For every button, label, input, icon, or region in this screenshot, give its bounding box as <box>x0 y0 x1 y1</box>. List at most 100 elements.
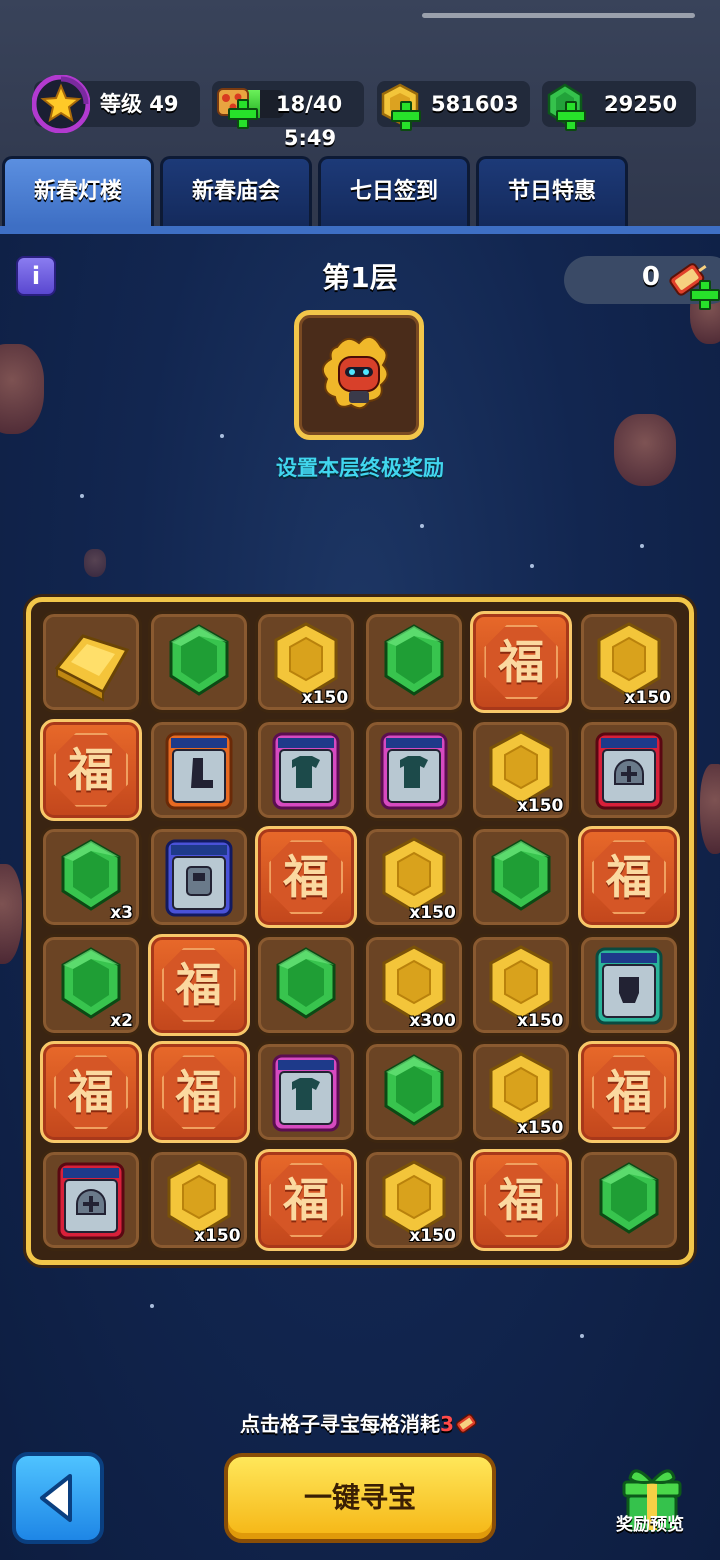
grid-cell-fu[interactable]: 福 <box>255 826 358 929</box>
gem-icon <box>384 624 444 696</box>
item-quantity: x150 <box>516 1010 564 1031</box>
gem-icon <box>491 839 551 911</box>
info-button[interactable]: i <box>16 256 56 296</box>
grid-cell-fu[interactable]: 福 <box>578 826 680 929</box>
one-click-treasure-button[interactable]: 一键寻宝 <box>224 1453 496 1543</box>
coins-panel[interactable]: 581603 <box>377 81 530 131</box>
tab-new-year-lantern[interactable]: 新春灯楼 <box>2 156 154 226</box>
grid-cell-coin[interactable]: x150 <box>362 826 465 929</box>
item-quantity: x150 <box>409 1226 456 1246</box>
grid-cell-gold-bar[interactable] <box>40 611 142 713</box>
ultimate-reward-slot[interactable] <box>294 310 424 440</box>
grid-cell-fu[interactable]: 福 <box>147 933 250 1036</box>
grid-cell-card-blue-armor[interactable] <box>147 826 250 929</box>
robot-reward-icon <box>321 336 389 410</box>
card-red-helmet-icon <box>57 1162 125 1240</box>
item-quantity: x150 <box>194 1226 241 1246</box>
sky-lantern <box>614 414 676 486</box>
grid-cell-fu[interactable]: 福 <box>40 1041 142 1144</box>
ticket-add-icon[interactable] <box>690 280 720 310</box>
energy-add-icon[interactable] <box>228 99 258 129</box>
grid-cell-coin[interactable]: x150 <box>470 1041 573 1144</box>
firecracker-small-icon <box>455 1413 477 1434</box>
back-button[interactable] <box>12 1452 104 1544</box>
firecracker-ticket-icon[interactable] <box>662 256 720 310</box>
star <box>80 494 84 498</box>
star <box>220 434 224 438</box>
fu-character: 福 <box>283 850 330 905</box>
gold-bar-icon <box>54 634 130 702</box>
cost-hint-text: 点击格子寻宝每格消耗 <box>240 1412 441 1436</box>
home-indicator <box>422 13 695 18</box>
gems-panel[interactable]: 29250 <box>542 81 696 131</box>
gem-icon <box>384 1054 444 1127</box>
item-quantity: x2 <box>110 1010 133 1031</box>
sky-lantern <box>0 864 22 964</box>
grid-cell-coin[interactable]: x150 <box>578 611 680 713</box>
set-ultimate-reward-label[interactable]: 设置本层终极奖励 <box>200 452 520 482</box>
energy-value: 18/40 <box>276 92 343 116</box>
grid-cell-gem[interactable] <box>255 933 358 1036</box>
grid-cell-gem[interactable] <box>362 611 465 713</box>
tab-underline <box>0 226 720 234</box>
grid-cell-fu[interactable]: 福 <box>470 611 573 713</box>
grid-cell-fu[interactable]: 福 <box>147 1041 250 1144</box>
item-quantity: x300 <box>409 1010 456 1031</box>
grid-cell-coin[interactable]: x300 <box>362 933 465 1036</box>
grid-cell-gem[interactable]: x2 <box>40 933 142 1036</box>
grid-cell-card-pink-shirt[interactable] <box>255 1041 358 1144</box>
star <box>640 544 644 548</box>
item-quantity: x150 <box>516 1118 564 1139</box>
grid-cell-fu[interactable]: 福 <box>255 1149 358 1251</box>
back-arrow-icon <box>40 1474 72 1522</box>
grid-cell-coin[interactable]: x150 <box>147 1149 250 1251</box>
coins-add-icon[interactable] <box>391 101 421 131</box>
energy-timer: 5:49 <box>283 126 337 150</box>
grid-cell-coin[interactable]: x150 <box>255 611 358 713</box>
item-quantity: x150 <box>624 688 671 708</box>
energy-panel[interactable]: 18/40 <box>212 81 364 129</box>
grid-cell-gem[interactable] <box>470 826 573 929</box>
card-orange-boot-icon <box>165 732 233 810</box>
card-pink-shirt-icon <box>272 1054 340 1132</box>
grid-cell-card-pink-shirt[interactable] <box>255 718 358 821</box>
grid-cell-fu[interactable]: 福 <box>40 718 142 821</box>
grid-cell-card-pink-shirt[interactable] <box>362 718 465 821</box>
gem-icon <box>599 1162 659 1234</box>
grid-cell-gem[interactable]: x3 <box>40 826 142 929</box>
grid-cell-card-red-helmet[interactable] <box>578 718 680 821</box>
grid-cell-gem[interactable] <box>147 611 250 713</box>
grid-cell-coin[interactable]: x150 <box>470 718 573 821</box>
cost-hint-number: 3 <box>440 1412 454 1436</box>
grid-cell-coin[interactable]: x150 <box>470 933 573 1036</box>
sky-lantern <box>84 549 106 577</box>
reward-preview-label[interactable]: 奖励预览 <box>606 1510 694 1535</box>
grid-cell-card-red-helmet[interactable] <box>40 1149 142 1251</box>
star <box>420 524 424 528</box>
fu-character: 福 <box>175 957 222 1012</box>
grid-cell-coin[interactable]: x150 <box>362 1149 465 1251</box>
sky-lantern <box>700 764 720 854</box>
level-panel[interactable]: 等级 49 <box>32 75 200 133</box>
grid-cell-gem[interactable] <box>578 1149 680 1251</box>
fu-character: 福 <box>175 1065 222 1120</box>
grid-cell-fu[interactable]: 福 <box>578 1041 680 1144</box>
grid-cell-card-teal-glove[interactable] <box>578 933 680 1036</box>
gems-add-icon[interactable] <box>556 101 586 131</box>
grid-cell-card-orange-boot[interactable] <box>147 718 250 821</box>
sky-lantern <box>0 344 44 434</box>
tab-seven-day-signin[interactable]: 七日签到 <box>318 156 470 226</box>
fu-character: 福 <box>606 850 652 905</box>
grid-cell-fu[interactable]: 福 <box>470 1149 573 1251</box>
star-level-icon <box>32 75 90 133</box>
grid-cell-gem[interactable] <box>362 1041 465 1144</box>
fu-character: 福 <box>68 1065 114 1120</box>
tab-festival-deals[interactable]: 节日特惠 <box>476 156 628 226</box>
item-quantity: x150 <box>409 903 456 924</box>
ticket-count: 0 <box>641 262 660 292</box>
tab-temple-fair[interactable]: 新春庙会 <box>160 156 312 226</box>
gem-icon <box>169 624 229 696</box>
coins-value: 581603 <box>431 92 519 116</box>
card-teal-glove-icon <box>595 947 663 1025</box>
card-pink-shirt-icon <box>272 732 340 810</box>
